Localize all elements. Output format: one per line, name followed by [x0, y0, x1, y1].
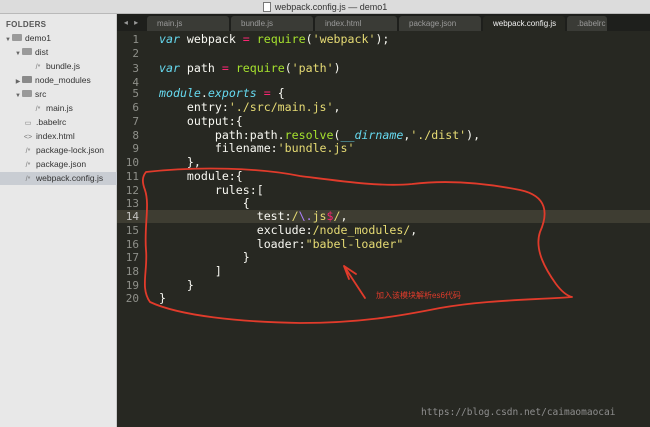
line-number: 12 [125, 184, 139, 197]
line-number: 8 [132, 129, 139, 142]
tab-nav-arrows[interactable]: ◂ ▸ [117, 14, 147, 31]
line-number: 10 [125, 156, 139, 169]
tab-babelrc[interactable]: .babelrc [567, 16, 607, 31]
tab-index-html[interactable]: index.html [315, 16, 397, 31]
line-number: 5 [132, 87, 139, 100]
tab-main-js[interactable]: main.js [147, 16, 229, 31]
code-line-19: } [159, 278, 194, 292]
tree-item-src[interactable]: ▼ src [0, 88, 130, 101]
js-file-icon: /* [25, 176, 31, 183]
js-file-icon: /* [25, 148, 31, 155]
code-line-5: module.exports = { [159, 86, 285, 100]
code-line-1: var webpack = require('webpack'); [159, 32, 390, 46]
code-line-10: }, [159, 155, 201, 169]
line-number: 13 [125, 197, 139, 210]
folders-heading: FOLDERS [6, 20, 47, 29]
line-number: 11 [125, 170, 139, 183]
js-file-icon: /* [25, 162, 31, 169]
folder-open-icon [22, 48, 32, 56]
tree-item-node-modules[interactable]: ▶ node_modules [0, 74, 130, 87]
tree-item-demo1[interactable]: ▼ demo1 [0, 32, 120, 45]
code-line-17: } [159, 250, 250, 264]
document-icon [262, 1, 271, 12]
line-number: 15 [125, 224, 139, 237]
tab-webpack-config-js[interactable]: webpack.config.js [483, 16, 565, 31]
code-line-16: loader:"babel-loader" [159, 237, 404, 251]
js-file-icon: /* [35, 64, 41, 71]
window-title: webpack.config.js — demo1 [274, 1, 388, 12]
code-editor[interactable]: 1 2 3 4 5 6 7 8 9 10 11 12 13 14 15 16 1… [117, 31, 650, 427]
code-line-20: } [159, 291, 166, 305]
folder-open-icon [22, 90, 32, 98]
code-line-6: entry:'./src/main.js', [159, 100, 341, 114]
code-line-3: var path = require('path') [159, 61, 341, 75]
html-file-icon: <> [23, 134, 33, 141]
code-line-9: filename:'bundle.js' [159, 141, 355, 155]
code-line-15: exclude:/node_modules/, [159, 223, 418, 237]
line-number: 14 [125, 210, 139, 223]
line-number: 20 [125, 292, 139, 305]
code-line-18: ] [159, 264, 222, 278]
line-number: 2 [132, 47, 139, 60]
line-number: 9 [132, 142, 139, 155]
line-number: 17 [125, 251, 139, 264]
tab-bundle-js[interactable]: bundle.js [231, 16, 313, 31]
watermark: https://blog.csdn.net/caimaomaocai [421, 407, 616, 418]
folder-open-icon [12, 34, 22, 42]
code-line-7: output:{ [159, 114, 243, 128]
folder-icon [22, 76, 32, 84]
window-titlebar: webpack.config.js — demo1 [0, 0, 650, 14]
sidebar: FOLDERS ▼ demo1 ▼ dist /* bundle.js ▶ node_m… [0, 14, 138, 427]
line-number: 6 [132, 101, 139, 114]
line-number: 16 [125, 238, 139, 251]
tab-bar: ◂ ▸ main.js bundle.js index.html package… [117, 14, 650, 31]
code-line-13: { [159, 196, 250, 210]
js-file-icon: /* [35, 106, 41, 113]
tab-package-json[interactable]: package.json [399, 16, 481, 31]
line-number: 18 [125, 265, 139, 278]
line-number: 3 [132, 62, 139, 75]
tree-item-dist[interactable]: ▼ dist [0, 46, 130, 59]
code-line-11: module:{ [159, 169, 243, 183]
code-line-12: rules:[ [159, 183, 264, 197]
file-icon: ▭ [24, 120, 32, 127]
line-number: 1 [132, 33, 139, 46]
line-number: 19 [125, 279, 139, 292]
annotation-text: 加入该模块解析es6代码 [376, 291, 461, 300]
code-line-14: test:/\.js$/, [159, 209, 348, 223]
code-line-8: path:path.resolve(__dirname,'./dist'), [159, 128, 481, 142]
line-number: 7 [132, 115, 139, 128]
